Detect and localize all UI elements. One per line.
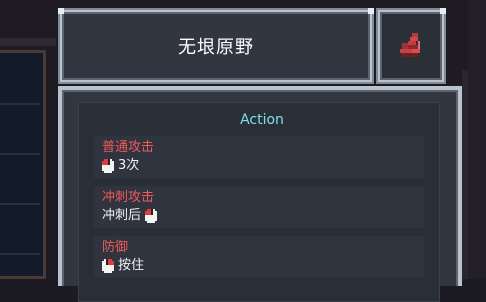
entry-title: 普通攻击: [102, 140, 155, 155]
background-beam: [0, 38, 56, 46]
action-entry-defend: 防御 按住: [94, 236, 424, 278]
mouse-left-click-icon: [102, 158, 114, 173]
entry-title: 防御: [102, 240, 129, 255]
entry-desc: 冲刺后: [102, 208, 142, 223]
background-rail-inner: [462, 70, 468, 279]
action-entry-normal-attack: 普通攻击 3次: [94, 136, 424, 178]
action-panel-frame: Action 普通攻击 3次 冲刺攻击 冲刺后 防御 按住: [58, 86, 462, 302]
background-rail: [468, 0, 486, 279]
rivet: [58, 8, 64, 14]
background-window: [0, 50, 46, 279]
entry-desc: 按住: [118, 258, 145, 273]
entry-title: 冲刺攻击: [102, 190, 155, 205]
action-header: Action: [240, 112, 284, 128]
title-frame: 无垠原野: [58, 8, 374, 84]
title-plate: 无垠原野: [62, 12, 370, 80]
action-panel: Action 普通攻击 3次 冲刺攻击 冲刺后 防御 按住: [62, 90, 458, 302]
entry-desc: 3次: [118, 158, 140, 173]
item-icon-frame: [376, 8, 446, 84]
mouse-right-click-icon: [102, 258, 114, 273]
mouse-left-click-icon: [145, 208, 158, 223]
item-title: 无垠原野: [178, 37, 254, 58]
action-entry-dash-attack: 冲刺攻击 冲刺后: [94, 186, 424, 228]
red-boots-icon: [400, 33, 420, 57]
rivet: [368, 8, 374, 14]
rivet: [440, 8, 446, 14]
